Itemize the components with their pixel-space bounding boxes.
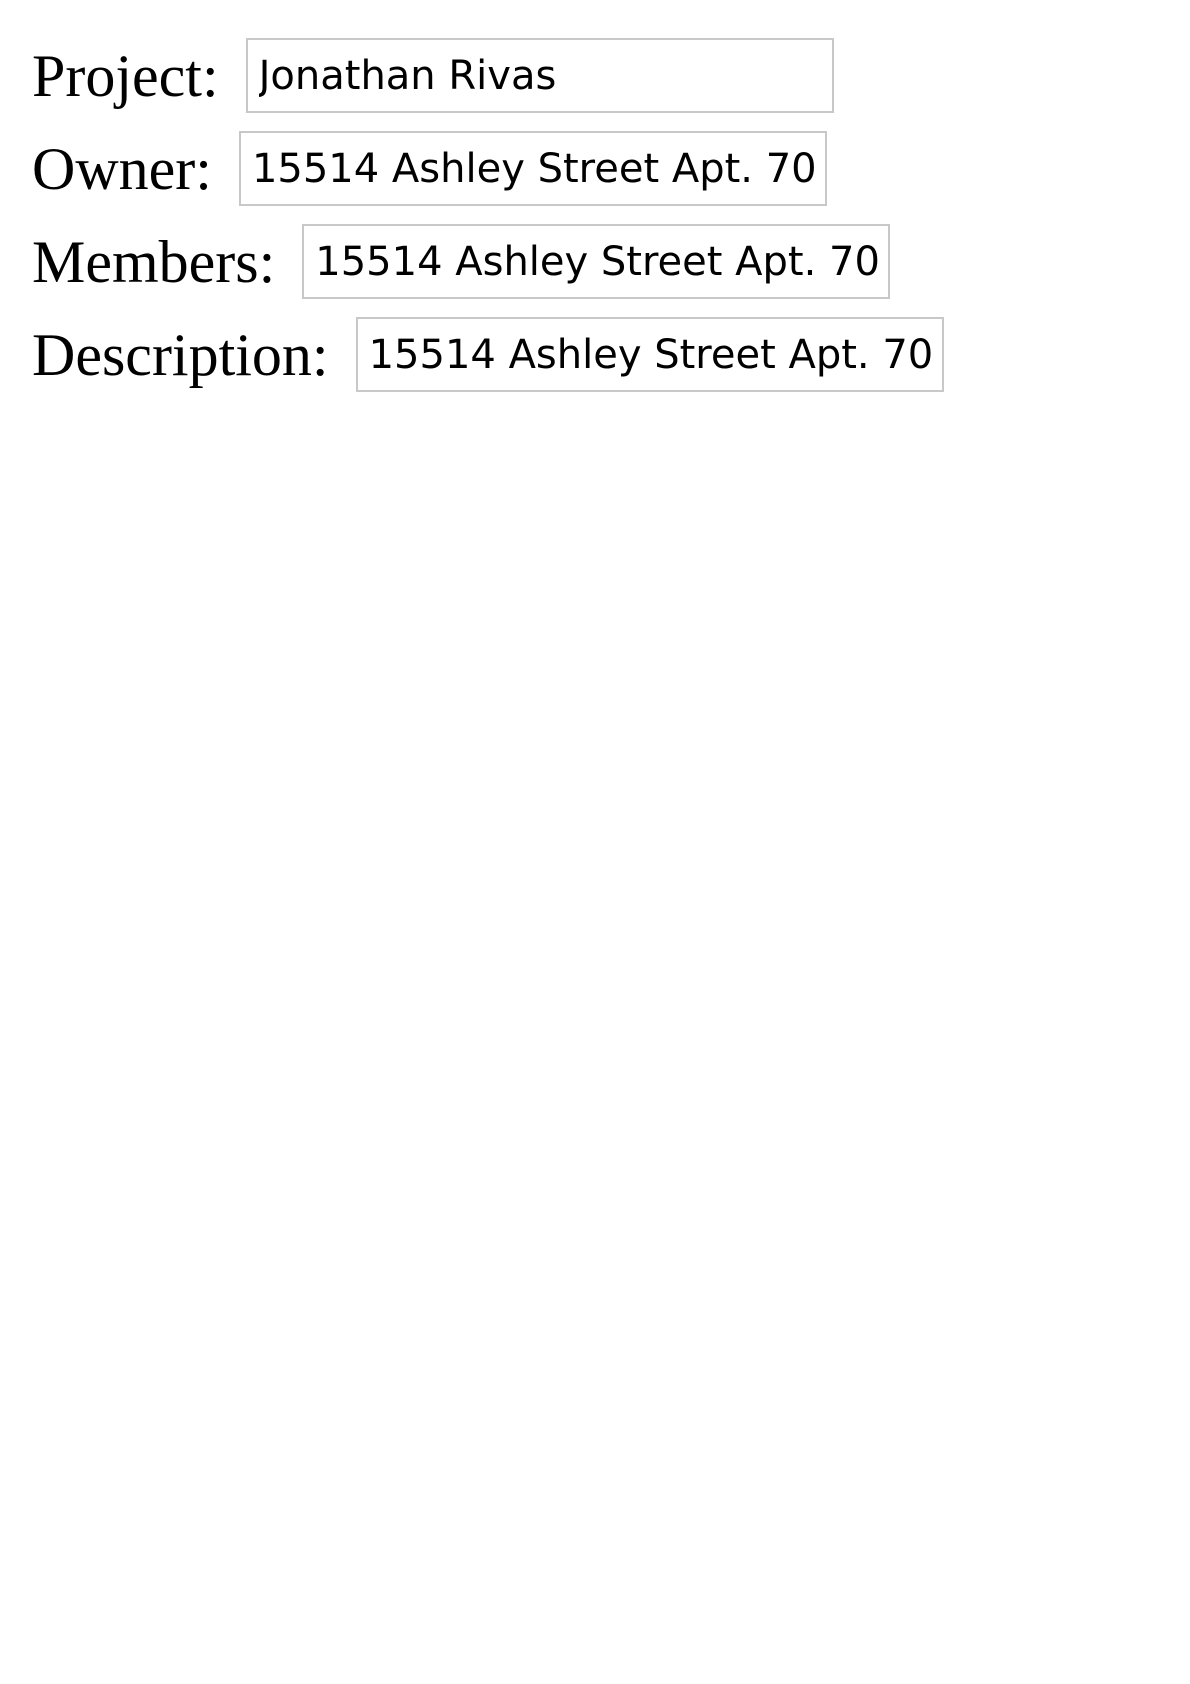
description-input[interactable] xyxy=(355,317,944,392)
members-row: Members: xyxy=(32,224,944,299)
project-row: Project: xyxy=(32,38,944,113)
members-label: Members: xyxy=(32,228,276,295)
members-input[interactable] xyxy=(302,224,891,299)
owner-input[interactable] xyxy=(238,131,827,206)
description-row: Description: xyxy=(32,317,944,392)
project-label: Project: xyxy=(32,42,219,109)
project-input[interactable] xyxy=(245,38,834,113)
project-form: Project: Owner: Members: Description: xyxy=(32,38,944,410)
owner-row: Owner: xyxy=(32,131,944,206)
owner-label: Owner: xyxy=(32,135,212,202)
description-label: Description: xyxy=(32,321,329,388)
